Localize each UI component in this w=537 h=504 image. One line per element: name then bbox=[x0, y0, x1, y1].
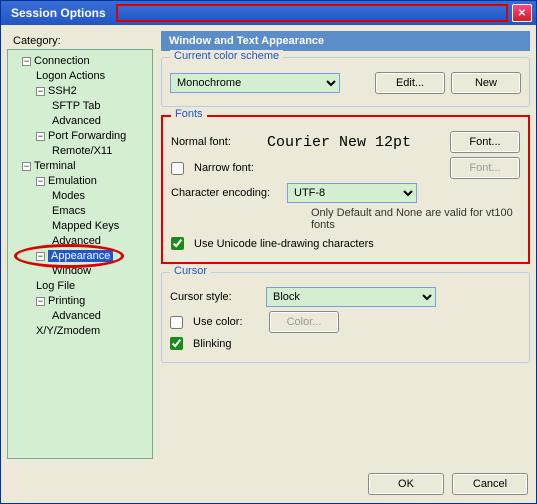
dialog-title: Session Options bbox=[5, 6, 112, 20]
collapse-icon[interactable]: − bbox=[22, 57, 31, 66]
collapse-icon[interactable]: − bbox=[36, 177, 45, 186]
unicode-linedraw-label: Use Unicode line-drawing characters bbox=[194, 238, 374, 250]
tree-ssh2[interactable]: SSH2 bbox=[48, 85, 77, 97]
cursor-color-button: Color... bbox=[269, 311, 339, 333]
normal-font-button[interactable]: Font... bbox=[450, 131, 520, 153]
cancel-button[interactable]: Cancel bbox=[452, 473, 528, 495]
main-panel: Window and Text Appearance Current color… bbox=[161, 31, 530, 459]
normal-font-sample: Courier New 12pt bbox=[267, 134, 444, 151]
tree-emulation[interactable]: Emulation bbox=[48, 175, 97, 187]
session-options-dialog: Session Options ✕ Category: −Connection … bbox=[0, 0, 537, 504]
use-color-label: Use color: bbox=[193, 316, 263, 328]
tree-port-forwarding[interactable]: Port Forwarding bbox=[48, 130, 126, 142]
cursor-legend: Cursor bbox=[170, 265, 211, 277]
encoding-select[interactable]: UTF-8 bbox=[287, 183, 417, 203]
collapse-icon[interactable]: − bbox=[36, 87, 45, 96]
titlebar: Session Options ✕ bbox=[1, 1, 536, 25]
collapse-icon[interactable]: − bbox=[22, 162, 31, 171]
fonts-legend: Fonts bbox=[171, 108, 207, 120]
ok-button[interactable]: OK bbox=[368, 473, 444, 495]
tree-terminal[interactable]: Terminal bbox=[34, 160, 76, 172]
narrow-font-button: Font... bbox=[450, 157, 520, 179]
tree-window[interactable]: Window bbox=[52, 265, 91, 277]
cursor-group: Cursor Cursor style: Block Use color: Co… bbox=[161, 272, 530, 363]
unicode-linedraw-checkbox[interactable] bbox=[171, 237, 184, 250]
color-scheme-group: Current color scheme Monochrome Edit... … bbox=[161, 57, 530, 107]
tree-ssh2-advanced[interactable]: Advanced bbox=[52, 115, 101, 127]
tree-appearance[interactable]: Appearance bbox=[48, 250, 113, 262]
dialog-footer: OK Cancel bbox=[1, 465, 536, 503]
title-highlight-box bbox=[116, 4, 508, 22]
panel-title: Window and Text Appearance bbox=[161, 31, 530, 51]
tree-mapped-keys[interactable]: Mapped Keys bbox=[52, 220, 119, 232]
encoding-label: Character encoding: bbox=[171, 187, 281, 199]
color-scheme-select[interactable]: Monochrome bbox=[170, 73, 340, 93]
category-tree[interactable]: −Connection Logon Actions −SSH2 SFTP Tab… bbox=[7, 49, 153, 459]
category-label: Category: bbox=[7, 31, 153, 49]
blinking-label: Blinking bbox=[193, 338, 232, 350]
tree-modes[interactable]: Modes bbox=[52, 190, 85, 202]
tree-printing[interactable]: Printing bbox=[48, 295, 85, 307]
fonts-group: Fonts Normal font: Courier New 12pt Font… bbox=[161, 115, 530, 264]
use-color-checkbox[interactable] bbox=[170, 316, 183, 329]
close-button[interactable]: ✕ bbox=[512, 4, 532, 22]
narrow-font-label: Narrow font: bbox=[194, 162, 254, 174]
tree-xy-zmodem[interactable]: X/Y/Zmodem bbox=[36, 325, 100, 337]
normal-font-label: Normal font: bbox=[171, 136, 261, 148]
narrow-font-checkbox[interactable] bbox=[171, 162, 184, 175]
tree-emulation-advanced[interactable]: Advanced bbox=[52, 235, 101, 247]
color-scheme-legend: Current color scheme bbox=[170, 50, 283, 62]
tree-sftp-tab[interactable]: SFTP Tab bbox=[52, 100, 101, 112]
edit-scheme-button[interactable]: Edit... bbox=[375, 72, 445, 94]
collapse-icon[interactable]: − bbox=[36, 252, 45, 261]
tree-remote-x11[interactable]: Remote/X11 bbox=[52, 145, 112, 157]
collapse-icon[interactable]: − bbox=[36, 297, 45, 306]
tree-log-file[interactable]: Log File bbox=[36, 280, 75, 292]
tree-emacs[interactable]: Emacs bbox=[52, 205, 86, 217]
cursor-style-select[interactable]: Block bbox=[266, 287, 436, 307]
encoding-note: Only Default and None are valid for vt10… bbox=[171, 207, 520, 231]
tree-printing-advanced[interactable]: Advanced bbox=[52, 310, 101, 322]
tree-logon-actions[interactable]: Logon Actions bbox=[36, 70, 105, 82]
cursor-style-label: Cursor style: bbox=[170, 291, 260, 303]
blinking-checkbox[interactable] bbox=[170, 337, 183, 350]
new-scheme-button[interactable]: New bbox=[451, 72, 521, 94]
close-icon: ✕ bbox=[518, 8, 526, 19]
collapse-icon[interactable]: − bbox=[36, 132, 45, 141]
tree-connection[interactable]: Connection bbox=[34, 55, 90, 67]
